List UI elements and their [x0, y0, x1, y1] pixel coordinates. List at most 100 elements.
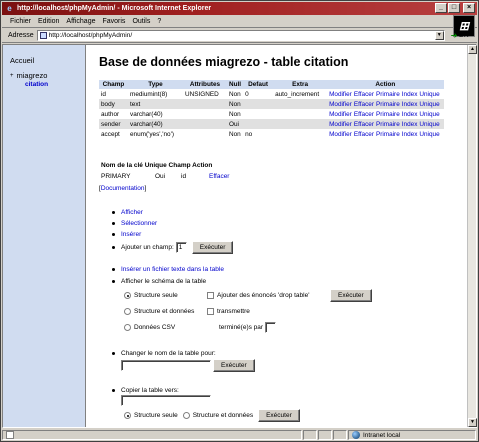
action-effacer[interactable]: Effacer	[354, 101, 374, 108]
table-row: accept enum('yes','no') Non no Modifier E…	[99, 129, 444, 139]
maximize-button[interactable]: □	[448, 3, 460, 13]
cell-actions: Modifier Effacer Primaire Index Unique	[327, 119, 444, 129]
menu-help[interactable]: ?	[157, 18, 161, 25]
action-primaire[interactable]: Primaire	[376, 111, 400, 118]
add-field-count-input[interactable]: 1	[175, 242, 187, 253]
scroll-up-icon[interactable]: ▲	[468, 45, 477, 54]
rename-controls: Exécuter	[121, 359, 255, 372]
action-effacer[interactable]: Effacer	[354, 91, 374, 98]
action-modifier[interactable]: Modifier	[329, 131, 352, 138]
action-effacer[interactable]: Effacer	[354, 131, 374, 138]
table-row: author varchar(40) Non Modifier Effacer Pr…	[99, 109, 444, 119]
action-modifier[interactable]: Modifier	[329, 91, 352, 98]
dump-option-csv: Données CSV	[124, 324, 175, 331]
cell-attributes	[183, 99, 227, 109]
action-index[interactable]: Index	[402, 131, 418, 138]
minimize-button[interactable]: _	[435, 3, 447, 13]
menu-affichage[interactable]: Affichage	[66, 18, 95, 25]
radio-csv[interactable]	[124, 324, 131, 331]
action-primaire[interactable]: Primaire	[376, 131, 400, 138]
copy-execute-button[interactable]: Exécuter	[258, 409, 300, 422]
address-input[interactable]: http://localhost/phpMyAdmin/ ▼	[36, 30, 445, 41]
expand-icon[interactable]: +	[10, 73, 14, 79]
action-unique[interactable]: Unique	[419, 131, 439, 138]
scroll-down-icon[interactable]: ▼	[468, 418, 477, 427]
cell-champ: accept	[99, 129, 128, 139]
schema-row: Afficher le schéma de la table	[110, 278, 206, 285]
go-button[interactable]: ➔ OK	[451, 31, 469, 40]
menu-edition[interactable]: Edition	[38, 18, 59, 25]
action-primaire[interactable]: Primaire	[376, 91, 400, 98]
close-button[interactable]: ×	[463, 3, 475, 13]
checkbox-transmit[interactable]	[207, 308, 214, 315]
radio-structure-only[interactable]	[124, 292, 131, 299]
copy-radio-structure-only[interactable]	[124, 412, 131, 419]
action-modifier[interactable]: Modifier	[329, 101, 352, 108]
checkbox-drop-table[interactable]	[207, 292, 214, 299]
dump-execute-button[interactable]: Exécuter	[330, 289, 372, 302]
cell-actions: Modifier Effacer Primaire Index Unique	[327, 129, 444, 139]
copy-radio-structure-data[interactable]	[182, 412, 190, 419]
action-unique[interactable]: Unique	[419, 111, 439, 118]
rename-execute-button[interactable]: Exécuter	[213, 359, 255, 372]
home-link[interactable]: Accueil	[10, 56, 34, 65]
copy-input[interactable]	[121, 395, 211, 406]
selectionner-link[interactable]: Sélectionner	[121, 220, 157, 227]
bracket-close: ]	[144, 185, 147, 192]
terminated-input[interactable]	[265, 322, 277, 333]
status-bar: Intranet local	[2, 429, 477, 441]
key-unique: Oui	[155, 173, 166, 180]
action-primaire[interactable]: Primaire	[376, 121, 400, 128]
action-effacer[interactable]: Effacer	[354, 111, 374, 118]
insert-text-file-link[interactable]: Insérer un fichier texte dans la table	[121, 266, 224, 273]
copy-row: Copier la table vers:	[110, 387, 179, 394]
browser-window: e http://localhost/phpMyAdmin/ - Microso…	[0, 0, 479, 442]
window-controls: _ □ ×	[435, 3, 475, 13]
key-delete-link[interactable]: Effacer	[209, 173, 229, 180]
copy-input-row	[121, 395, 211, 406]
action-modifier[interactable]: Modifier	[329, 111, 352, 118]
table-link-citation[interactable]: citation	[25, 81, 48, 88]
database-name[interactable]: miagrezo	[17, 71, 48, 80]
status-zone: Intranet local	[348, 430, 476, 440]
cell-null: Non	[227, 89, 244, 99]
action-unique[interactable]: Unique	[419, 121, 439, 128]
add-field-execute-button[interactable]: Exécuter	[191, 241, 234, 254]
documentation-link[interactable]: Documentation	[101, 185, 145, 192]
operations-list: Afficher Sélectionner Insérer	[110, 208, 157, 241]
cell-extra	[273, 119, 328, 129]
dump-option-transmit: transmettre	[207, 308, 250, 315]
database-item[interactable]: + miagrezo	[10, 71, 47, 80]
key-name: PRIMARY	[101, 173, 131, 180]
action-effacer[interactable]: Effacer	[354, 121, 374, 128]
address-dropdown-icon[interactable]: ▼	[434, 31, 444, 40]
cell-attributes	[183, 119, 227, 129]
action-modifier[interactable]: Modifier	[329, 121, 352, 128]
action-index[interactable]: Index	[402, 91, 418, 98]
action-unique[interactable]: Unique	[419, 101, 439, 108]
radio-structure-data[interactable]	[124, 308, 131, 315]
action-primaire[interactable]: Primaire	[376, 101, 400, 108]
cell-champ: sender	[99, 119, 128, 129]
window-title: http://localhost/phpMyAdmin/ - Microsoft…	[17, 5, 212, 12]
cell-attributes	[183, 109, 227, 119]
address-url: http://localhost/phpMyAdmin/	[48, 32, 133, 39]
status-main	[2, 430, 302, 440]
list-item: Afficher	[110, 208, 157, 219]
menu-outils[interactable]: Outils	[132, 18, 150, 25]
action-unique[interactable]: Unique	[419, 91, 439, 98]
menu-favoris[interactable]: Favoris	[102, 18, 125, 25]
action-index[interactable]: Index	[402, 121, 418, 128]
action-index[interactable]: Index	[402, 111, 418, 118]
afficher-link[interactable]: Afficher	[121, 209, 143, 216]
dump-option-structure: Structure seule	[124, 292, 178, 299]
inserer-link[interactable]: Insérer	[121, 231, 141, 238]
vertical-scrollbar[interactable]: ▲ ▼	[467, 45, 477, 427]
action-index[interactable]: Index	[402, 101, 418, 108]
cell-extra	[273, 129, 328, 139]
title-bar[interactable]: e http://localhost/phpMyAdmin/ - Microso…	[2, 2, 477, 15]
rename-input[interactable]	[121, 360, 211, 371]
menu-fichier[interactable]: Fichier	[10, 18, 31, 25]
schema-label: Afficher le schéma de la table	[121, 278, 207, 285]
cell-defaut	[243, 109, 274, 119]
